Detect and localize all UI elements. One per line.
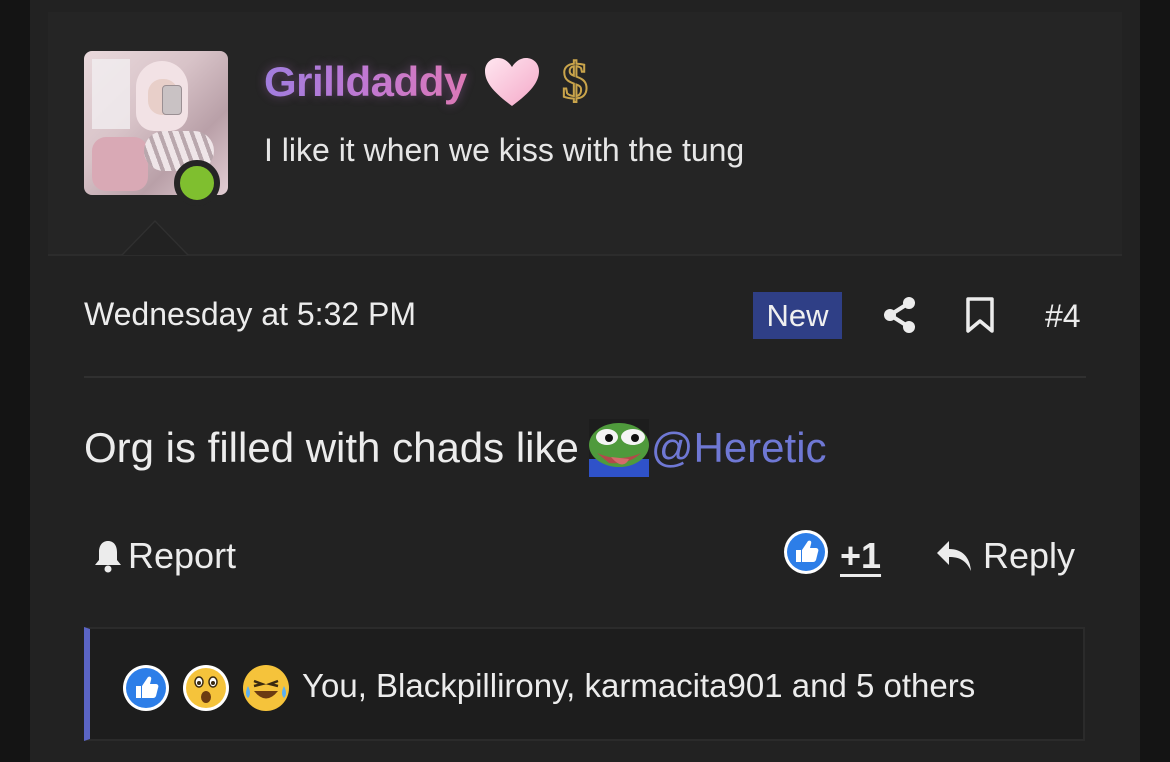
- laugh-reaction-icon: [243, 665, 289, 711]
- mention-link[interactable]: @Heretic: [651, 424, 827, 471]
- reply-icon: [937, 541, 971, 571]
- avatar-phone: [162, 85, 182, 115]
- post-timestamp[interactable]: Wednesday at 5:32 PM: [84, 296, 416, 333]
- reply-button[interactable]: Reply: [935, 535, 1075, 577]
- message-text: Org is filled with chads like: [84, 424, 579, 471]
- like-reaction-icon: [123, 665, 169, 711]
- wow-reaction-icon: [183, 665, 229, 711]
- reactions-bar[interactable]: You, Blackpillirony, karmacita901 and 5 …: [84, 627, 1085, 741]
- bell-icon: [95, 541, 121, 573]
- like-count-link[interactable]: +1: [840, 535, 881, 577]
- header-caret: [123, 222, 187, 255]
- reply-label: Reply: [983, 535, 1076, 576]
- reactions-summary[interactable]: You, Blackpillirony, karmacita901 and 5 …: [302, 667, 975, 705]
- like-icon[interactable]: [783, 529, 829, 575]
- report-button[interactable]: Report: [92, 535, 236, 577]
- heart-icon: [485, 58, 539, 106]
- new-badge: New: [753, 292, 842, 339]
- username-link[interactable]: Grilldaddy: [264, 58, 467, 106]
- user-tagline: I like it when we kiss with the tung: [264, 132, 745, 168]
- divider: [84, 376, 1086, 378]
- share-icon[interactable]: [882, 296, 918, 334]
- report-label: Report: [128, 535, 237, 576]
- pepe-emoji: [588, 418, 649, 477]
- online-status-dot: [174, 160, 220, 206]
- avatar-window: [92, 59, 130, 129]
- bookmark-icon[interactable]: [965, 297, 995, 333]
- dollar-icon: $: [561, 52, 589, 111]
- post-message: Org is filled with chads like @Heretic: [84, 418, 827, 477]
- avatar-cushion: [92, 137, 148, 191]
- post-number-link[interactable]: #4: [1045, 298, 1081, 335]
